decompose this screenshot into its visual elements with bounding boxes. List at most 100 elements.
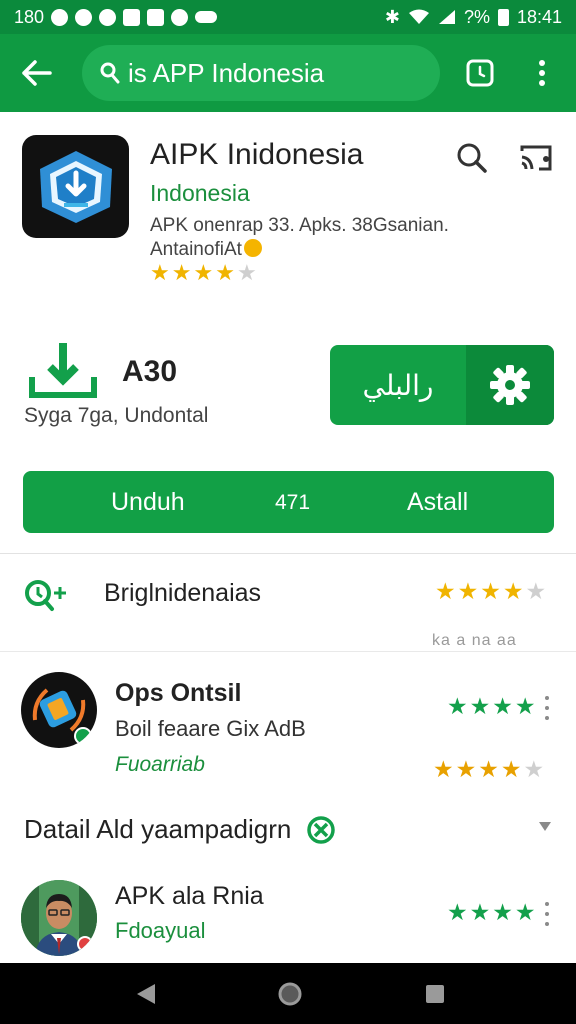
star-full-icon: ★ bbox=[435, 578, 456, 604]
back-button[interactable] bbox=[20, 56, 54, 90]
settings-button[interactable] bbox=[466, 345, 554, 425]
divider bbox=[0, 651, 576, 652]
row-green-stars: ★ ★ ★ ★ bbox=[447, 693, 536, 719]
row-title: APK ala Rnia bbox=[115, 882, 264, 910]
history-button[interactable] bbox=[460, 53, 500, 93]
review-faded-text: ka a na aa bbox=[432, 632, 517, 649]
battery-icon bbox=[497, 8, 509, 26]
system-nav-bar bbox=[0, 963, 576, 1024]
open-button-label: رالبلي bbox=[362, 369, 434, 401]
download-size-label: Syga 7ga, Undontal bbox=[24, 404, 209, 427]
search-query: is APP Indonesia bbox=[128, 57, 325, 88]
gear-icon bbox=[490, 365, 530, 405]
star-full-icon: ★ bbox=[433, 756, 454, 782]
game-icon bbox=[195, 11, 218, 23]
app-description-text: AntainofiAt bbox=[150, 239, 242, 260]
row-title: Ops Ontsil bbox=[115, 679, 242, 707]
messenger-icon bbox=[51, 8, 69, 26]
open-button[interactable]: رالبلي bbox=[330, 345, 554, 425]
circle-home-icon bbox=[278, 982, 302, 1005]
search-sparkle-icon bbox=[25, 580, 66, 611]
developer-avatar[interactable] bbox=[21, 880, 97, 956]
download-hexagon-icon bbox=[39, 150, 112, 223]
row-overflow-button[interactable] bbox=[543, 902, 551, 926]
star-half-icon: ★ bbox=[500, 756, 522, 782]
star-full-icon: ★ bbox=[455, 756, 477, 782]
app-logo-icon bbox=[32, 688, 92, 745]
battery-percent: ?% bbox=[463, 6, 490, 27]
row-green-stars: ★ ★ ★ ★ bbox=[447, 899, 536, 925]
row-orange-stars: ★ ★ ★ ★ ★ bbox=[433, 756, 545, 782]
review-stars: ★ ★ ★ ★ ★ bbox=[435, 578, 547, 604]
row-tag: Fuoarriab bbox=[115, 753, 205, 776]
star-full-icon: ★ bbox=[193, 260, 214, 285]
star-full-icon: ★ bbox=[492, 899, 513, 925]
star-full-icon: ★ bbox=[514, 899, 536, 925]
nav-recents-button[interactable] bbox=[405, 963, 465, 1024]
star-full-icon: ★ bbox=[150, 260, 170, 285]
detail-section-title: Datail Ald yaampadigrn bbox=[24, 814, 292, 844]
star-full-icon: ★ bbox=[469, 693, 491, 719]
more-vert-icon bbox=[539, 60, 545, 86]
search-icon bbox=[457, 143, 487, 173]
star-full-icon: ★ bbox=[457, 578, 479, 604]
nav-back-button[interactable] bbox=[116, 963, 176, 1024]
app-description-line2: AntainofiAt bbox=[150, 239, 262, 261]
download-size-value: A30 bbox=[122, 355, 178, 388]
arrow-left-icon bbox=[22, 60, 52, 86]
lock-icon bbox=[123, 8, 141, 26]
app-developer-link[interactable]: Indonesia bbox=[150, 180, 250, 207]
signal-icon bbox=[438, 10, 455, 24]
cast-icon bbox=[520, 145, 552, 171]
square-recents-icon bbox=[426, 984, 444, 1003]
nav-home-button[interactable] bbox=[260, 963, 320, 1024]
triangle-back-icon bbox=[137, 983, 155, 1004]
star-full-icon: ★ bbox=[514, 693, 536, 719]
chat-icon bbox=[171, 8, 189, 26]
overflow-menu-button[interactable] bbox=[522, 53, 562, 93]
status-time-right: 18:41 bbox=[516, 6, 562, 27]
verified-icon bbox=[307, 816, 335, 844]
star-empty-icon: ★ bbox=[523, 756, 545, 782]
clock-square-icon bbox=[466, 59, 494, 87]
star-empty-icon: ★ bbox=[525, 578, 547, 604]
star-full-icon: ★ bbox=[480, 578, 501, 604]
status-bar: 180 ✱ ?% 18:41 bbox=[0, 0, 576, 34]
emoji-icon bbox=[243, 239, 262, 257]
divider bbox=[0, 553, 576, 554]
app-rating-stars: ★ ★ ★ ★ ★ bbox=[150, 262, 257, 284]
star-full-icon: ★ bbox=[447, 899, 468, 925]
app-icon[interactable] bbox=[22, 135, 129, 238]
star-full-icon: ★ bbox=[502, 578, 524, 604]
share-button[interactable] bbox=[514, 138, 558, 178]
star-full-icon: ★ bbox=[447, 693, 468, 719]
person-photo-icon bbox=[21, 880, 97, 956]
image-icon bbox=[147, 8, 165, 26]
app-avatar[interactable] bbox=[21, 672, 97, 748]
star-full-icon: ★ bbox=[215, 260, 235, 285]
star-full-icon: ★ bbox=[478, 756, 499, 782]
chevron-down-icon[interactable] bbox=[539, 822, 551, 831]
search-input[interactable]: is APP Indonesia bbox=[82, 45, 440, 101]
app-toolbar: is APP Indonesia bbox=[0, 34, 576, 112]
review-title: Briglnidenaias bbox=[104, 579, 262, 607]
install-bar-button[interactable]: Unduh 471 Astall bbox=[23, 471, 554, 533]
star-full-icon: ★ bbox=[469, 899, 491, 925]
install-bar-count: 471 bbox=[275, 491, 311, 514]
notification-icon bbox=[75, 8, 93, 26]
star-full-icon: ★ bbox=[171, 260, 192, 285]
wifi-icon bbox=[408, 9, 429, 24]
star-full-icon: ★ bbox=[492, 693, 513, 719]
app-title: AIPK Inidonesia bbox=[150, 138, 364, 171]
install-bar-right-label: Astall bbox=[407, 488, 469, 516]
row-overflow-button[interactable] bbox=[543, 696, 551, 720]
install-bar-left-label: Unduh bbox=[111, 488, 185, 516]
download-icon bbox=[29, 343, 97, 398]
app-description-line1: APK onenrap 33. Apks. 38Gsanian. bbox=[150, 215, 449, 236]
bluetooth-icon: ✱ bbox=[384, 6, 400, 27]
search-icon bbox=[100, 62, 120, 84]
row-subtitle: Fdoayual bbox=[115, 918, 206, 943]
star-empty-icon: ★ bbox=[236, 260, 257, 285]
row-subtitle: Boil feaare Gix AdB bbox=[115, 716, 306, 741]
header-search-button[interactable] bbox=[452, 138, 492, 178]
